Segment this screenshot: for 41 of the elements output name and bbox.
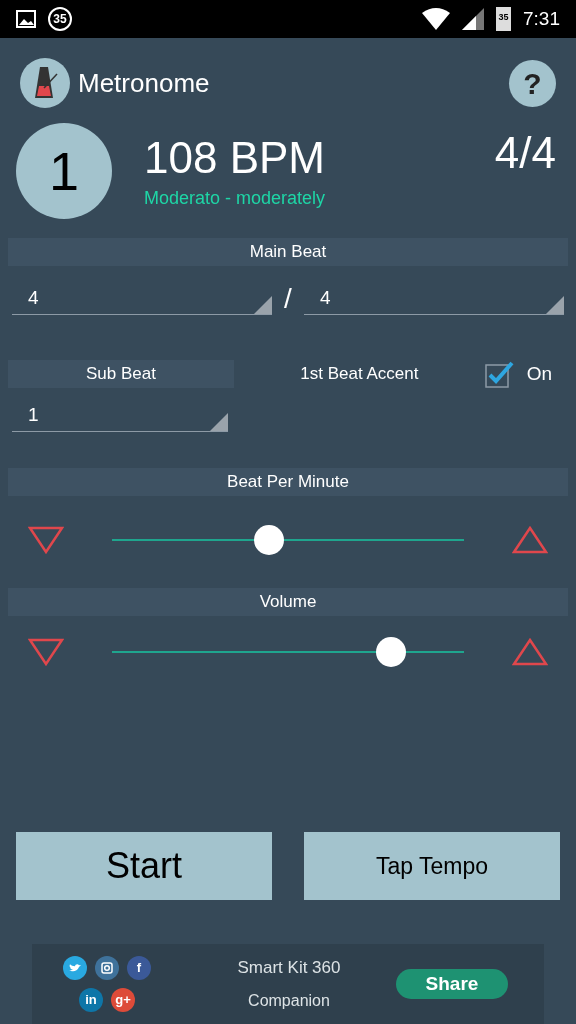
clock: 7:31 [523, 6, 560, 31]
slider-thumb[interactable] [253, 525, 284, 555]
section-header: Main Beat [8, 238, 568, 266]
action-button[interactable]: Start [16, 832, 272, 900]
metronome-icon[interactable] [20, 58, 70, 108]
notification-badge: 35 [48, 7, 72, 31]
social-icon[interactable]: f [127, 956, 151, 980]
beat-counter: 1 [16, 123, 112, 219]
help-button[interactable]: ? [509, 59, 556, 107]
wifi-icon [422, 8, 450, 30]
accent-label: 1st Beat Accent [299, 363, 420, 386]
dropdown-corner-icon [210, 413, 228, 431]
bird-icon[interactable] [63, 956, 87, 980]
app-title: Metronome [78, 66, 210, 100]
slider-track[interactable] [112, 637, 464, 667]
signal-icon [462, 8, 484, 30]
action-button[interactable]: Tap Tempo [304, 832, 560, 900]
time-signature: 4/4 [494, 127, 556, 179]
social-icon[interactable]: in [79, 988, 103, 1012]
tempo-reading: 108 BPM [144, 132, 326, 184]
denominator-dropdown[interactable]: 4 [303, 283, 564, 315]
accent-state: On [526, 361, 552, 386]
camera-icon[interactable] [95, 956, 119, 980]
ad-subtitle: Companion [248, 990, 330, 1011]
ad-title: Smart Kit 360 [237, 957, 341, 980]
share-button[interactable]: Share [396, 969, 508, 999]
tempo-name: Moderato - moderately [144, 187, 326, 210]
image-icon [16, 10, 36, 28]
battery-icon: 35 [496, 7, 511, 31]
numerator-dropdown[interactable]: 4 [12, 283, 273, 315]
dropdown-corner-icon [254, 296, 273, 314]
slider-track[interactable] [112, 525, 464, 555]
section-header: Beat Per Minute [8, 468, 568, 496]
section-header: Sub Beat [8, 360, 234, 388]
slider-thumb[interactable] [376, 637, 407, 667]
section-header: Volume [8, 588, 568, 616]
sub-beat-dropdown[interactable]: 1 [12, 400, 228, 432]
social-icon[interactable]: g+ [111, 988, 135, 1012]
dropdown-corner-icon [546, 296, 564, 314]
separator: / [284, 282, 292, 316]
accent-checkbox[interactable] [484, 360, 515, 388]
